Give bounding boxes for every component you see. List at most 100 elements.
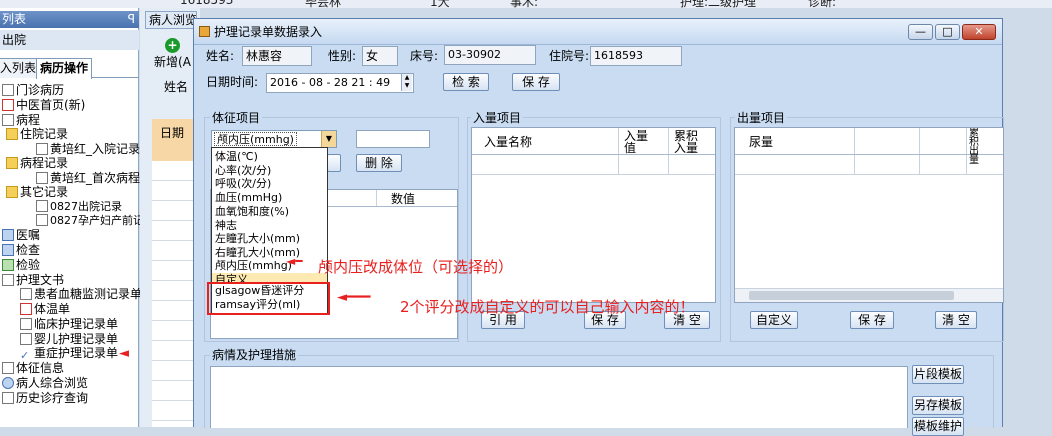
tree-item-icu-nursing[interactable]: ✓ 重症护理记录单◄ <box>20 346 129 362</box>
bed-field: 03-30902 <box>444 45 536 65</box>
save-record-button[interactable]: 保 存 <box>512 73 560 91</box>
discharge-item[interactable]: 出院 <box>0 30 139 50</box>
tree-item-clinical-nursing[interactable]: 临床护理记录单 <box>20 317 118 331</box>
dropdown-option[interactable]: 神志 <box>215 219 237 232</box>
output-clear-button[interactable]: 清 空 <box>935 311 977 329</box>
document-icon <box>2 84 14 96</box>
tree-item-lab-test[interactable]: 检验 <box>2 258 40 272</box>
search-button[interactable]: 检 索 <box>443 73 489 91</box>
tree-item-first-course[interactable]: 黄培红_首次病程 <box>36 171 140 185</box>
document-icon <box>36 214 48 226</box>
lab-icon <box>2 259 14 271</box>
delete-vital-button[interactable]: 删 除 <box>356 154 402 172</box>
intake-value-column: 入量值 <box>624 129 649 155</box>
dropdown-option[interactable]: 心率(次/分) <box>215 164 271 177</box>
vital-item-selected: 颅内压(mmhg) <box>214 132 297 146</box>
tree-item-examination[interactable]: 检查 <box>2 243 40 257</box>
dropdown-option[interactable]: 血氧饱和度(%) <box>215 205 289 218</box>
folder-icon <box>6 186 18 198</box>
inpatient-label: 住院号: <box>549 49 590 63</box>
strip-text: 1618593 <box>180 0 234 7</box>
add-label: 新增(A <box>154 55 191 69</box>
document-icon <box>2 392 14 404</box>
vital-value-input[interactable] <box>356 130 430 148</box>
inpatient-field: 1618593 <box>590 46 682 66</box>
strip-text: 护理:二级护理 <box>680 0 757 8</box>
dialog-title: 护理记录单数据录入 <box>214 25 323 39</box>
close-button[interactable]: ✕ <box>962 24 996 40</box>
document-icon <box>36 143 48 155</box>
red-arrow-icon: ◄ <box>119 346 130 361</box>
tree-item-orders[interactable]: 医嘱 <box>2 228 40 242</box>
tree-item-course[interactable]: 病程 <box>2 113 40 127</box>
dropdown-option[interactable]: 呼吸(次/分) <box>215 177 271 190</box>
dropdown-option[interactable]: 颅内压(mmhg) <box>215 259 292 272</box>
panel-title: 列表 ꟼ <box>0 11 139 28</box>
condition-group-title: 病情及护理措施 <box>210 348 299 362</box>
document-icon <box>2 114 14 126</box>
tree-item-vital-info[interactable]: 体征信息 <box>2 361 64 375</box>
annotation-arrow-icon: ◄━ <box>286 254 303 268</box>
strip-text: 事木: <box>510 0 539 8</box>
intake-cumulative-column: 累积入量 <box>674 129 699 155</box>
strip-text: 诊断: <box>808 0 837 8</box>
tree-item-nursing-docs[interactable]: 护理文书 <box>2 273 64 287</box>
left-navigation-panel: 列表 ꟼ 出院 入列表 病历操作 门诊病历 中医首页(新) 病程 住院记录 黄培… <box>0 8 144 427</box>
document-icon <box>20 333 32 345</box>
document-icon <box>20 288 32 300</box>
dropdown-option[interactable]: 左瞳孔大小(mm) <box>215 232 300 245</box>
tree-item-glucose-record[interactable]: 患者血糖监测记录单 <box>20 287 142 301</box>
condition-textarea[interactable] <box>210 366 908 428</box>
snippet-template-button[interactable]: 片段模板 <box>912 365 964 384</box>
add-vital-button[interactable] <box>327 154 341 172</box>
vitals-group-title: 体征项目 <box>210 111 263 125</box>
name-field: 林惠容 <box>242 46 312 66</box>
document-icon <box>36 200 48 212</box>
intake-row[interactable] <box>472 155 715 175</box>
dropdown-option[interactable]: 血压(mmHg) <box>215 191 282 204</box>
tab-patient-list[interactable]: 入列表 <box>0 58 41 78</box>
search-icon <box>2 377 14 389</box>
tab-record-operations[interactable]: 病历操作 <box>36 58 93 79</box>
chevron-down-icon[interactable]: ▼ <box>321 131 336 147</box>
output-save-button[interactable]: 保 存 <box>850 311 894 329</box>
tree-item-course-record[interactable]: 病程记录 <box>6 156 68 170</box>
annotation-highlight-box <box>207 282 330 315</box>
orders-icon <box>2 229 14 241</box>
pin-icon[interactable]: ꟼ <box>128 11 135 28</box>
saveas-template-button[interactable]: 另存模板 <box>912 396 964 415</box>
dropdown-option[interactable]: 体温(℃) <box>215 150 258 163</box>
vital-item-select[interactable]: 颅内压(mmhg) ▼ <box>211 130 337 148</box>
output-horizontal-scrollbar[interactable] <box>735 288 1003 302</box>
tree-item-tcm-home[interactable]: 中医首页(新) <box>2 98 85 112</box>
datetime-spinner-icon[interactable]: ▲ ▼ <box>401 74 412 91</box>
tree-item-temperature-chart[interactable]: 体温单 <box>20 302 70 316</box>
top-patient-strip: 1618593 毕芸林 1大 事木: 护理:二级护理 诊断: <box>0 0 1052 8</box>
tree-item-history-query[interactable]: 历史诊疗查询 <box>2 391 88 405</box>
strip-text: 1大 <box>430 0 450 8</box>
urine-column: 尿量 <box>749 135 774 149</box>
folder-icon <box>6 128 18 140</box>
tree-item-outpatient[interactable]: 门诊病历 <box>2 83 64 97</box>
tab-patient-browse[interactable]: 病人浏览 <box>145 11 197 29</box>
dialog-titlebar: 护理记录单数据录入 — □ ✕ <box>194 19 1002 45</box>
custom-button[interactable]: 自定义 <box>750 311 798 329</box>
tree-item-admission[interactable]: 住院记录 <box>6 127 68 141</box>
tree-item-patient-overview[interactable]: 病人综合浏览 <box>2 376 88 390</box>
bed-label: 床号: <box>410 49 439 63</box>
add-icon: + <box>165 38 180 53</box>
output-row[interactable] <box>735 155 1003 175</box>
tree-item-prenatal-record[interactable]: 0827孕产妇产前记 <box>36 214 144 228</box>
tree-item-admission-record[interactable]: 黄培红_入院记录 <box>36 142 140 156</box>
name-label: 姓名: <box>206 49 235 63</box>
minimize-button[interactable]: — <box>908 24 933 40</box>
tree-item-discharge-record[interactable]: 0827出院记录 <box>36 200 122 214</box>
document-icon <box>36 172 48 184</box>
tree-item-other-records[interactable]: 其它记录 <box>6 185 68 199</box>
intake-grid-header: 入量名称 入量值 累积入量 <box>472 128 715 155</box>
datetime-label: 日期时间: <box>206 75 259 89</box>
tree-item-infant-nursing[interactable]: 婴儿护理记录单 <box>20 332 118 346</box>
add-button[interactable]: + 新增(A <box>150 35 195 75</box>
maximize-button[interactable]: □ <box>935 24 960 40</box>
datetime-picker[interactable]: 2016 - 08 - 28 21 : 49 <box>266 73 414 93</box>
